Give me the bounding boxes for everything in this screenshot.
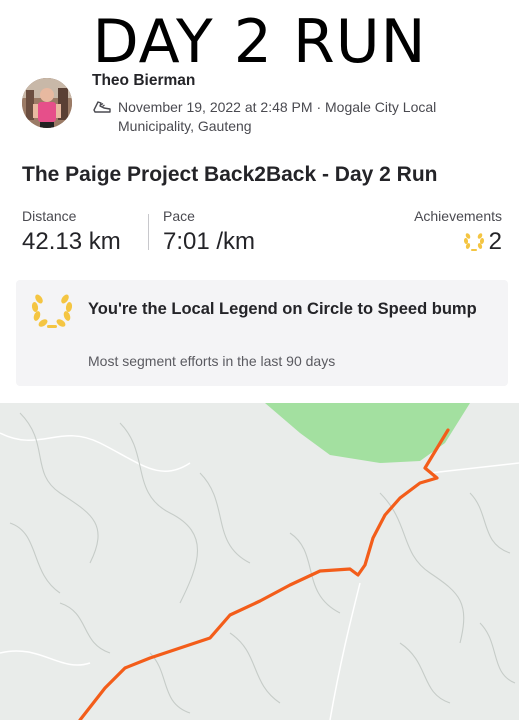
stat-divider [148, 214, 149, 250]
laurel-wreath-icon [31, 294, 73, 328]
achievements-value: 2 [488, 228, 502, 255]
athlete-header: Theo Bierman November 19, 2022 at 2:48 P… [22, 72, 502, 142]
stats-row: Distance 42.13 km Pace 7:01 /km Achievem… [22, 208, 502, 264]
running-shoe-icon [93, 101, 111, 113]
overlay-title: DAY 2 RUN [92, 7, 427, 77]
laurel-icon [463, 233, 484, 251]
stat-achievements[interactable]: Achievements 2 [414, 208, 502, 256]
achievements-label: Achievements [414, 208, 502, 224]
activity-date-location: November 19, 2022 at 2:48 PM · Mogale Ci… [118, 99, 437, 134]
stat-distance: Distance 42.13 km [22, 208, 121, 256]
avatar[interactable] [22, 78, 72, 128]
route-map[interactable] [0, 403, 519, 720]
local-legend-card[interactable]: You're the Local Legend on Circle to Spe… [16, 280, 508, 386]
distance-value: 42.13 km [22, 228, 121, 255]
local-legend-subtitle: Most segment efforts in the last 90 days [88, 353, 336, 369]
activity-title: The Paige Project Back2Back - Day 2 Run [22, 163, 438, 186]
stat-pace: Pace 7:01 /km [163, 208, 255, 256]
local-legend-title: You're the Local Legend on Circle to Spe… [88, 300, 477, 318]
map-canvas [0, 403, 519, 720]
avatar-image [22, 78, 72, 128]
pace-label: Pace [163, 208, 195, 224]
pace-value: 7:01 /km [163, 228, 256, 255]
athlete-name[interactable]: Theo Bierman [92, 72, 195, 90]
distance-label: Distance [22, 208, 77, 224]
